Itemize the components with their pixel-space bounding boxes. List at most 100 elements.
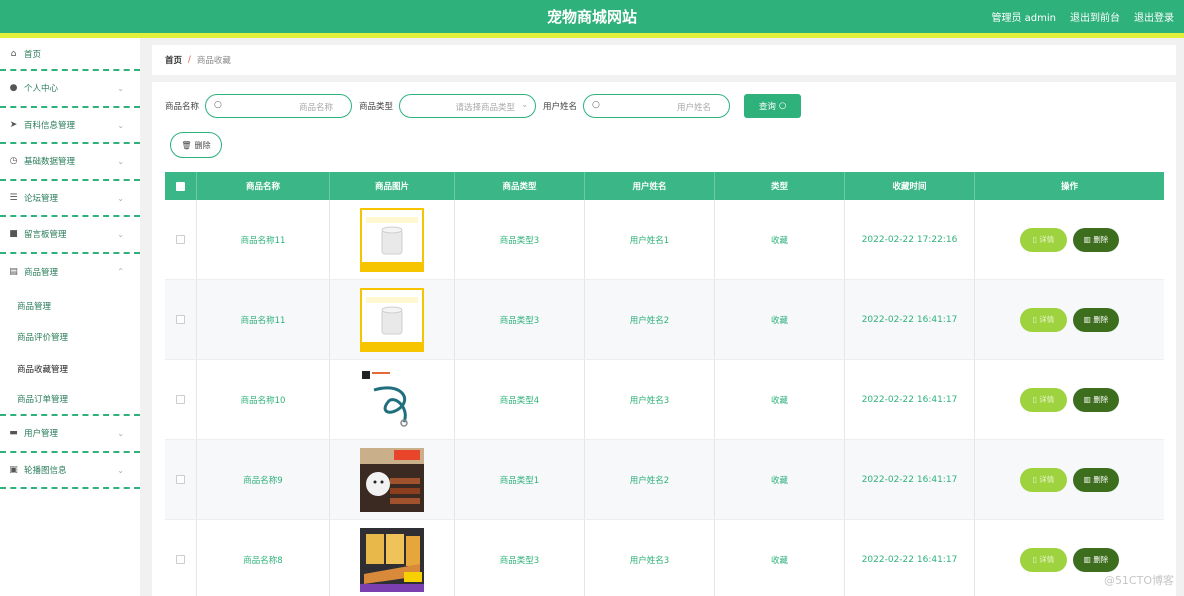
operations-cell: ▯ 详情 ▥ 删除 — [975, 440, 1164, 519]
header-accent-bar — [0, 33, 1184, 38]
detail-label: 详情 — [1039, 315, 1055, 324]
type-select[interactable]: 请选择商品类型 ⌄ — [399, 94, 537, 118]
send-icon: ➤ — [9, 119, 18, 130]
sidebar-item-basedata[interactable]: ◷ 基础数据管理 ⌄ — [0, 144, 140, 181]
sidebar-item-personal[interactable]: ● 个人中心 ⌄ — [0, 71, 140, 108]
sidebar-item-label: 个人中心 — [24, 84, 59, 95]
chevron-down-icon: ⌄ — [521, 100, 529, 109]
select-all-checkbox[interactable] — [176, 181, 185, 191]
submenu-goods-order[interactable]: 商品订单管理 — [0, 385, 140, 416]
user-label: 用户姓名 — [543, 102, 578, 112]
search-icon: ○ — [214, 100, 222, 110]
time-cell: 2022-02-22 16:41:17 — [845, 360, 975, 439]
goods-name-cell: 商品名称10 — [197, 360, 330, 439]
goods-icon: ▤ — [9, 266, 18, 277]
goods-image-cell — [330, 360, 455, 439]
detail-button[interactable]: ▯ 详情 — [1020, 227, 1067, 252]
detail-button[interactable]: ▯ 详情 — [1020, 387, 1067, 412]
watermark: @51CTO博客 — [1103, 574, 1174, 587]
col-header: 商品类型 — [455, 172, 585, 200]
name-search-input[interactable]: ○ 商品名称 — [205, 94, 353, 118]
operations-cell: ▯ 详情 ▥ 删除 — [975, 200, 1164, 279]
user-name-cell: 用户姓名2 — [585, 440, 715, 519]
trash-icon: ▥ — [1083, 555, 1091, 564]
goods-image-cell — [330, 200, 455, 279]
document-icon: ▯ — [1032, 395, 1037, 404]
row-checkbox[interactable] — [176, 315, 185, 324]
delete-label: 删除 — [194, 140, 211, 150]
col-header: 收藏时间 — [845, 172, 975, 200]
detail-label: 详情 — [1039, 475, 1055, 484]
row-checkbox[interactable] — [176, 475, 185, 484]
col-header: 类型 — [715, 172, 845, 200]
name-placeholder: 商品名称 — [299, 103, 334, 113]
sidebar-item-messages[interactable]: ■ 留言板管理 ⌄ — [0, 217, 140, 254]
submenu-goods-manage[interactable]: 商品管理 — [0, 290, 140, 322]
delete-button[interactable]: ▥ 删除 — [1073, 227, 1119, 252]
goods-type-cell: 商品类型3 — [455, 280, 585, 359]
goods-type-cell: 商品类型3 — [455, 200, 585, 279]
sidebar-item-goods[interactable]: ▤ 商品管理 ⌃ — [0, 254, 140, 291]
back-frontend-link[interactable]: 退出到前台 — [1070, 9, 1120, 24]
col-header: 商品图片 — [330, 172, 455, 200]
delete-label: 删除 — [1093, 475, 1109, 484]
delete-button[interactable]: ▥ 删除 — [1073, 307, 1119, 332]
trash-icon: ▥ — [1083, 395, 1091, 404]
sliders-icon: ☰ — [9, 192, 18, 203]
submenu-goods-review[interactable]: 商品评价管理 — [0, 322, 140, 354]
delete-button[interactable]: ▥ 删除 — [1073, 467, 1119, 492]
select-all-cell — [165, 172, 197, 200]
delete-button[interactable]: ▥ 删除 — [1073, 387, 1119, 412]
chevron-down-icon: ⌄ — [117, 157, 124, 166]
sidebar-item-label: 基础数据管理 — [24, 157, 76, 168]
delete-button[interactable]: ▥ 删除 — [1073, 547, 1119, 572]
detail-button[interactable]: ▯ 详情 — [1020, 307, 1067, 332]
sidebar-item-carousel[interactable]: ▣ 轮播图信息 ⌄ — [0, 453, 140, 489]
chevron-down-icon: ⌄ — [117, 193, 124, 203]
goods-type-cell: 商品类型3 — [455, 520, 585, 596]
header-actions: 管理员 admin 退出到前台 退出登录 — [991, 9, 1174, 24]
query-button[interactable]: 查询 ○ — [744, 94, 802, 118]
user-icon: ● — [9, 83, 18, 94]
submenu-goods-favorite[interactable]: 商品收藏管理 — [0, 353, 140, 385]
sidebar-item-encyclopedia[interactable]: ➤ 百科信息管理 ⌄ — [0, 108, 140, 144]
goods-image-dog-treats — [360, 447, 424, 512]
goods-image-tissue — [360, 287, 424, 352]
batch-delete-button[interactable]: 🗑 删除 — [170, 132, 222, 158]
goods-image-cell — [330, 440, 455, 519]
goods-image-leash — [360, 367, 424, 432]
kind-cell: 收藏 — [715, 360, 845, 439]
goods-name-cell: 商品名称8 — [197, 520, 330, 596]
kind-cell: 收藏 — [715, 440, 845, 519]
operations-cell: ▯ 详情 ▥ 删除 — [975, 360, 1164, 439]
trash-icon: ▥ — [1083, 315, 1091, 324]
chevron-down-icon: ⌄ — [117, 429, 124, 438]
breadcrumb: 首页 / 商品收藏 — [152, 45, 1176, 75]
goods-image-cell — [330, 280, 455, 359]
detail-label: 详情 — [1039, 395, 1055, 404]
detail-button[interactable]: ▯ 详情 — [1020, 547, 1067, 572]
operations-cell: ▯ 详情 ▥ 删除 — [975, 280, 1164, 359]
sidebar-item-home[interactable]: ⌂ 首页 — [0, 38, 140, 71]
logout-link[interactable]: 退出登录 — [1134, 9, 1174, 24]
sidebar-item-forum[interactable]: ☰ 论坛管理 ⌄ — [0, 181, 140, 217]
breadcrumb-home[interactable]: 首页 — [165, 54, 182, 66]
row-checkbox-cell — [165, 440, 197, 519]
top-header: 宠物商城网站 管理员 admin 退出到前台 退出登录 — [0, 0, 1184, 33]
search-bar: 商品名称 ○ 商品名称 商品类型 请选择商品类型 ⌄ 用户姓名 ○ 用户姓名 查… — [165, 94, 802, 118]
query-label: 查询 — [758, 102, 776, 112]
user-name-cell: 用户姓名3 — [585, 360, 715, 439]
user-placeholder: 用户姓名 — [677, 103, 712, 113]
sidebar-item-users[interactable]: ▬ 用户管理 ⌄ — [0, 416, 140, 453]
row-checkbox[interactable] — [176, 235, 185, 244]
row-checkbox[interactable] — [176, 395, 185, 404]
user-name-cell: 用户姓名2 — [585, 280, 715, 359]
type-label: 商品类型 — [359, 102, 394, 112]
row-checkbox[interactable] — [176, 555, 185, 564]
search-icon: ○ — [778, 101, 787, 111]
detail-button[interactable]: ▯ 详情 — [1020, 467, 1067, 492]
sidebar: ⌂ 首页 ● 个人中心 ⌄ ➤ 百科信息管理 ⌄ ◷ 基础数据管理 ⌄ ☰ 论坛… — [0, 38, 140, 596]
user-name-cell: 用户姓名1 — [585, 200, 715, 279]
user-search-input[interactable]: ○ 用户姓名 — [583, 94, 731, 118]
kind-cell: 收藏 — [715, 520, 845, 596]
